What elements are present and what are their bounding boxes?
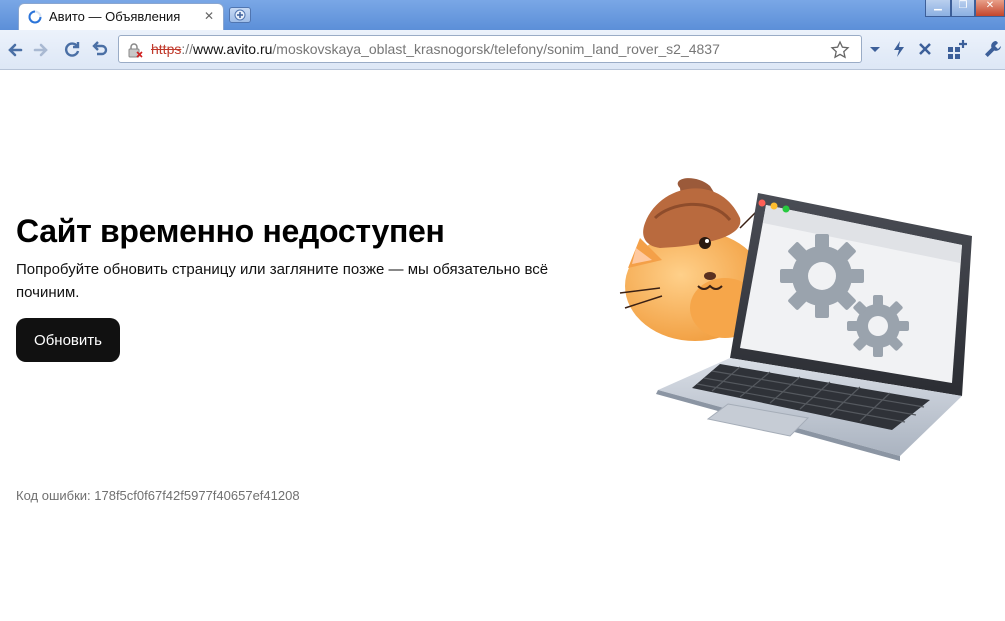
star-icon[interactable] bbox=[830, 40, 850, 60]
plus-icon bbox=[234, 9, 246, 21]
loading-spinner-icon bbox=[28, 10, 42, 24]
error-code: Код ошибки: 178f5cf0f67f42f5977f40657ef4… bbox=[16, 488, 300, 503]
broken-lock-icon[interactable] bbox=[127, 42, 143, 58]
minimize-button[interactable]: ▁ bbox=[925, 0, 951, 17]
minimize-icon: ▁ bbox=[934, 0, 942, 11]
back-arrow-icon[interactable] bbox=[5, 40, 25, 60]
window-close-button[interactable]: ✕ bbox=[975, 0, 1005, 17]
forward-arrow-icon[interactable] bbox=[31, 40, 51, 60]
url-scheme: https bbox=[151, 41, 182, 57]
url-path: /moskovskaya_oblast_krasnogorsk/telefony… bbox=[272, 41, 720, 57]
window-titlebar: Авито — Объявления ✕ ▁ ❐ ✕ bbox=[0, 0, 1005, 30]
new-tab-button[interactable] bbox=[229, 7, 251, 23]
tab-close-icon[interactable]: ✕ bbox=[204, 9, 214, 23]
address-bar[interactable]: https://www.avito.ru/moskovskaya_oblast_… bbox=[118, 35, 862, 63]
maximize-button[interactable]: ❐ bbox=[951, 0, 975, 17]
url-host: www.avito.ru bbox=[193, 41, 273, 57]
url-text[interactable]: https://www.avito.ru/moskovskaya_oblast_… bbox=[151, 41, 816, 57]
wrench-icon[interactable] bbox=[982, 38, 1004, 60]
page-description: Попробуйте обновить страницу или загляни… bbox=[16, 261, 549, 301]
tab-title: Авито — Объявления bbox=[49, 9, 181, 24]
refresh-button[interactable]: Обновить bbox=[16, 318, 120, 362]
lightning-icon[interactable] bbox=[888, 38, 910, 60]
url-separator: :// bbox=[181, 41, 194, 57]
close-window-icon: ✕ bbox=[985, 0, 995, 11]
undo-icon[interactable] bbox=[89, 40, 109, 60]
tab-avito[interactable]: Авито — Объявления ✕ bbox=[18, 3, 224, 30]
reload-icon[interactable] bbox=[62, 40, 82, 60]
close-icon[interactable] bbox=[914, 38, 936, 60]
restore-icon: ❐ bbox=[958, 0, 968, 11]
page-title: Сайт временно недоступен bbox=[16, 213, 445, 249]
blocks-plus-icon[interactable] bbox=[946, 38, 968, 60]
cat-laptop-illustration bbox=[619, 178, 972, 461]
browser-toolbar: https://www.avito.ru/moskovskaya_oblast_… bbox=[0, 30, 1005, 70]
chevron-down-icon[interactable] bbox=[864, 38, 886, 60]
